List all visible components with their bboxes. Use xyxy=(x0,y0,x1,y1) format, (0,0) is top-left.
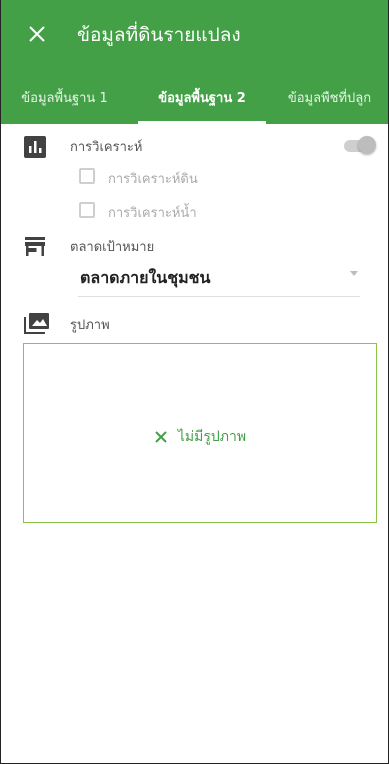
tab-label: ข้อมูลพืชที่ปลูก xyxy=(287,90,372,106)
empty-photo-state: ไม่มีรูปภาพ xyxy=(24,426,376,448)
tab-label: ข้อมูลพื้นฐาน 2 xyxy=(158,90,246,106)
soil-analysis-label: การวิเคราะห์ดิน xyxy=(108,172,198,187)
tab-label: ข้อมูลพื้นฐาน 1 xyxy=(21,90,108,106)
photo-gallery-box[interactable]: ไม่มีรูปภาพ xyxy=(23,343,377,523)
no-photo-text: ไม่มีรูปภาพ xyxy=(177,429,247,445)
photo-library-icon xyxy=(24,313,49,334)
store-icon xyxy=(25,237,45,256)
tab-crop-info[interactable]: ข้อมูลพืชที่ปลูก xyxy=(271,70,388,124)
market-select-underline xyxy=(78,296,360,297)
analysis-toggle[interactable] xyxy=(340,136,376,154)
toggle-thumb xyxy=(358,136,376,154)
page-title: ข้อมูลที่ดินรายแปลง xyxy=(77,24,241,46)
app-bar: ข้อมูลที่ดินรายแปลง ข้อมูลพื้นฐาน 1 ข้อม… xyxy=(1,0,388,124)
market-select-value[interactable]: ตลาดภายในชุมชน xyxy=(80,266,210,291)
chevron-down-icon[interactable] xyxy=(350,271,358,276)
market-label: ตลาดเป้าหมาย xyxy=(70,240,155,255)
water-analysis-label: การวิเคราะห์น้ำ xyxy=(108,206,197,221)
tab-basic-info-2[interactable]: ข้อมูลพื้นฐาน 2 xyxy=(138,70,266,124)
water-analysis-checkbox[interactable] xyxy=(79,202,95,218)
soil-analysis-checkbox[interactable] xyxy=(79,168,95,184)
close-icon xyxy=(155,431,167,443)
photos-label: รูปภาพ xyxy=(70,318,110,333)
tab-bar: ข้อมูลพื้นฐาน 1 ข้อมูลพื้นฐาน 2 ข้อมูลพื… xyxy=(1,70,388,124)
tab-basic-info-1[interactable]: ข้อมูลพื้นฐาน 1 xyxy=(1,70,128,124)
analysis-label: การวิเคราะห์ xyxy=(70,140,143,155)
close-icon[interactable] xyxy=(25,22,49,46)
bar-chart-icon xyxy=(24,136,46,158)
